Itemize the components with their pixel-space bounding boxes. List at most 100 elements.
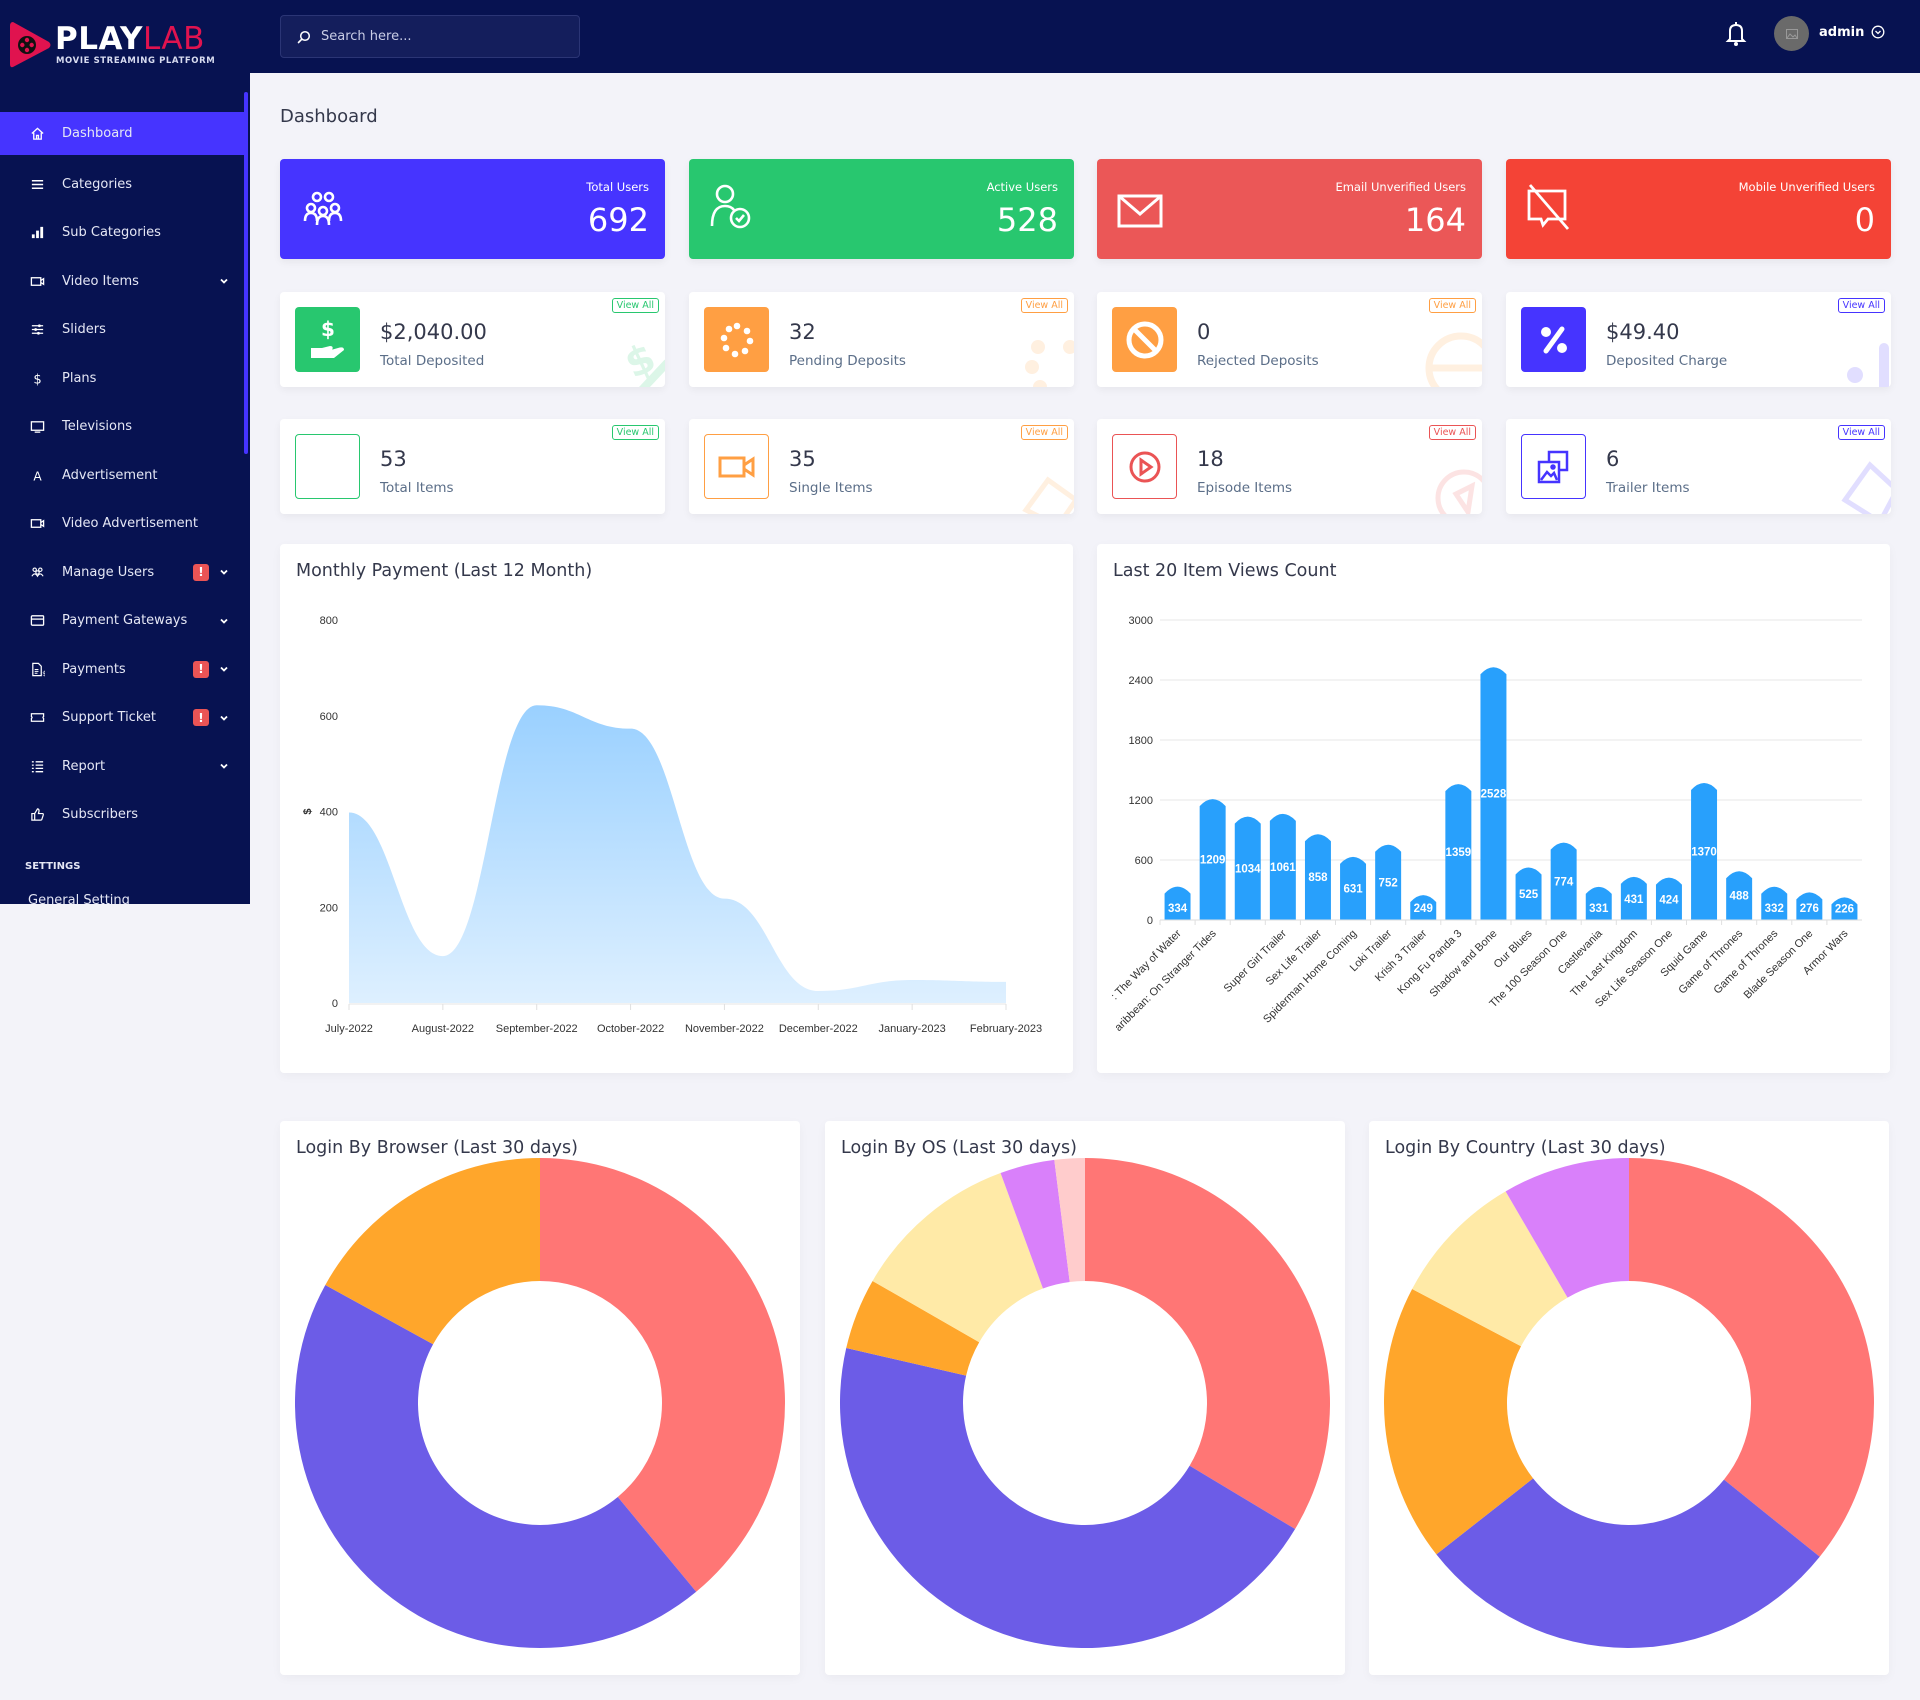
donut-slice[interactable] [1085,1158,1330,1530]
y-tick-label: 3000 [1129,615,1153,627]
sidebar-item-label: Advertisement [62,467,158,483]
sidebar-item-video-items[interactable]: Video Items [0,257,244,306]
x-tick-label: January-2023 [879,1023,946,1035]
stat-card-mobile-unverified[interactable]: Mobile Unverified Users 0 [1506,159,1891,259]
brand-name-main: PLAY [55,21,143,57]
alert-badge: ! [193,709,209,727]
x-tick-label: July-2022 [325,1023,373,1035]
bar-value-label: 276 [1800,903,1819,915]
video-camera-icon [718,455,754,478]
x-tick-label: August-2022 [412,1023,474,1035]
view-all-button[interactable]: View All [1428,425,1476,440]
sidebar-item-plans[interactable]: $ Plans [0,354,244,403]
bar-value-label: 1359 [1446,847,1472,859]
sidebar-item-support-ticket[interactable]: Support Ticket! [0,694,244,743]
chevron-down-icon[interactable] [219,616,229,626]
widget-value: 18 [1197,447,1224,471]
brand-name-accent: LAB [142,21,205,57]
sidebar-item-video-advertisement[interactable]: Video Advertisement [0,500,244,549]
widget-total-deposited: $ $2,040.00 Total Deposited View All $ [280,292,665,387]
comment-slash-icon [1527,184,1570,230]
chevron-down-icon[interactable] [219,567,229,577]
video-camera-icon [28,515,46,533]
view-all-button[interactable]: View All [1837,298,1885,313]
sidebar-item-report[interactable]: Report [0,742,244,791]
widget-icon-box [1112,434,1177,499]
sidebar-item-televisions[interactable]: Televisions [0,403,244,452]
sidebar-item-sliders[interactable]: Sliders [0,306,244,355]
widget-caption: Episode Items [1197,480,1293,496]
stat-card-active-users[interactable]: Active Users 528 [689,159,1074,259]
widget-trailer-items: 6 Trailer Items View All [1506,419,1891,514]
user-avatar[interactable] [1774,16,1809,51]
widget-value: 35 [789,447,816,471]
y-axis-label: $ [302,808,314,814]
view-all-button[interactable]: View All [1428,298,1476,313]
sidebar-item-payment-gateways[interactable]: Payment Gateways [0,597,244,646]
sidebar-item-categories[interactable]: Categories [0,160,244,209]
bar-chart-icon [28,224,46,242]
x-tick-label: December-2022 [779,1023,858,1035]
sidebar-item-payments[interactable]: $ Payments! [0,645,244,694]
sidebar-item-general-setting[interactable]: General Setting [28,893,130,904]
sidebar: PLAYLAB MOVIE STREAMING PLATFORM Dashboa… [0,0,250,904]
alert-badge: ! [193,563,209,581]
percent-watermark-icon [1847,343,1889,387]
sidebar-item-manage-users[interactable]: Manage Users! [0,548,244,597]
chevron-down-icon[interactable] [219,276,229,286]
login-by-os-card: Login By OS (Last 30 days) [825,1121,1345,1675]
login-by-country-card: Login By Country (Last 30 days) [1369,1121,1889,1675]
search-box[interactable] [280,15,580,58]
list-icon [28,757,46,775]
view-all-button[interactable]: View All [1837,425,1885,440]
dollar-icon: $ [28,369,46,387]
stat-card-total-users[interactable]: Total Users 692 [280,159,665,259]
sidebar-item-label: Sliders [62,322,106,338]
sidebar-item-dashboard[interactable]: Dashboard [0,112,244,155]
widget-caption: Deposited Charge [1606,353,1728,369]
sidebar-item-subscribers[interactable]: Subscribers [0,791,244,840]
bar-value-label: 1370 [1691,847,1717,859]
images-film-icon [1537,450,1568,483]
bar-value-label: 858 [1308,872,1328,884]
stat-label: Mobile Unverified Users [1738,180,1875,194]
login-by-browser-chart [295,1158,785,1648]
stat-label: Active Users [986,180,1058,194]
sidebar-item-label: Report [62,758,106,774]
play-circle-icon [1129,451,1160,482]
area-series [349,705,1006,1003]
dollar-watermark-icon: $ [618,335,665,387]
chevron-down-icon[interactable] [219,664,229,674]
notification-bell-icon[interactable] [1725,21,1747,47]
sidebar-item-sub-categories[interactable]: Sub Categories [0,209,244,258]
chevron-circle-down-icon[interactable] [1871,25,1885,39]
sidebar-item-advertisement[interactable]: A Advertisement [0,451,244,500]
bar-value-label: 1209 [1200,855,1226,867]
username[interactable]: admin [1819,25,1864,40]
sidebar-scrollbar[interactable] [244,92,248,454]
page-title: Dashboard [280,106,378,127]
view-all-button[interactable]: View All [611,425,659,440]
widget-pending-deposits: 32 Pending Deposits View All [689,292,1074,387]
donut-slice[interactable] [295,1284,697,1648]
stat-card-email-unverified[interactable]: Email Unverified Users 164 [1097,159,1482,259]
stat-label: Email Unverified Users [1335,180,1466,194]
envelope-icon [1117,194,1163,228]
search-input[interactable] [321,29,561,44]
sidebar-item-label: Televisions [62,419,132,435]
view-all-button[interactable]: View All [611,298,659,313]
view-all-button[interactable]: View All [1020,298,1068,313]
bar-value-label: 424 [1659,895,1679,907]
x-tick-label: Game of Thrones [1676,927,1745,996]
chevron-down-icon[interactable] [219,713,229,723]
brand-name: PLAYLAB [55,22,205,56]
x-tick-label: October-2022 [597,1023,664,1035]
x-tick-label: The Last Kingdom [1568,928,1640,1000]
bar-value-label: 525 [1519,889,1539,901]
view-all-button[interactable]: View All [1020,425,1068,440]
donut-slice[interactable] [1629,1158,1874,1557]
widget-caption: Trailer Items [1606,480,1690,496]
widget-value: 32 [789,320,816,344]
brand-logo[interactable]: PLAYLAB MOVIE STREAMING PLATFORM [10,18,220,74]
chevron-down-icon[interactable] [219,761,229,771]
